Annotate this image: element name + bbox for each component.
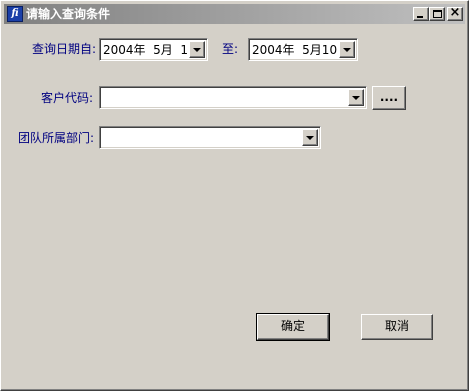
team-department-dropdown-button[interactable] (302, 129, 318, 146)
browse-customer-button[interactable]: .... (372, 86, 406, 110)
team-department-label: 团队所属部门: (18, 131, 95, 145)
maximize-icon (433, 10, 442, 18)
minimize-button[interactable] (413, 7, 429, 21)
customer-code-combo[interactable] (99, 86, 367, 109)
chevron-down-icon (352, 96, 360, 100)
team-department-combo[interactable] (99, 126, 321, 149)
date-to-label: 至: (222, 42, 239, 56)
query-dialog: fi 请输入查询条件 × 查询日期自: 2004年 5月 1日 至: 2004年… (0, 0, 469, 391)
title-bar[interactable]: fi 请输入查询条件 × (4, 4, 465, 24)
date-from-dropdown-button[interactable] (189, 41, 205, 58)
window-title: 请输入查询条件 (26, 7, 111, 21)
app-logo-icon: fi (7, 6, 23, 22)
minimize-icon (417, 16, 423, 18)
ok-button[interactable]: 确定 (256, 313, 330, 341)
close-icon: × (449, 5, 461, 20)
date-to-dropdown-button[interactable] (339, 41, 355, 58)
date-from-value: 2004年 5月 1日 (103, 43, 201, 57)
chevron-down-icon (306, 136, 314, 140)
chevron-down-icon (343, 48, 351, 52)
maximize-button[interactable] (429, 7, 445, 21)
cancel-button[interactable]: 取消 (361, 314, 433, 340)
date-from-picker[interactable]: 2004年 5月 1日 (99, 38, 208, 61)
customer-code-label: 客户代码: (41, 91, 94, 105)
chevron-down-icon (193, 48, 201, 52)
date-from-label: 查询日期自: (32, 42, 97, 56)
date-to-picker[interactable]: 2004年 5月10日 (248, 38, 358, 61)
date-to-value: 2004年 5月10日 (252, 43, 350, 57)
customer-code-dropdown-button[interactable] (348, 89, 364, 106)
close-button[interactable]: × (447, 5, 463, 21)
